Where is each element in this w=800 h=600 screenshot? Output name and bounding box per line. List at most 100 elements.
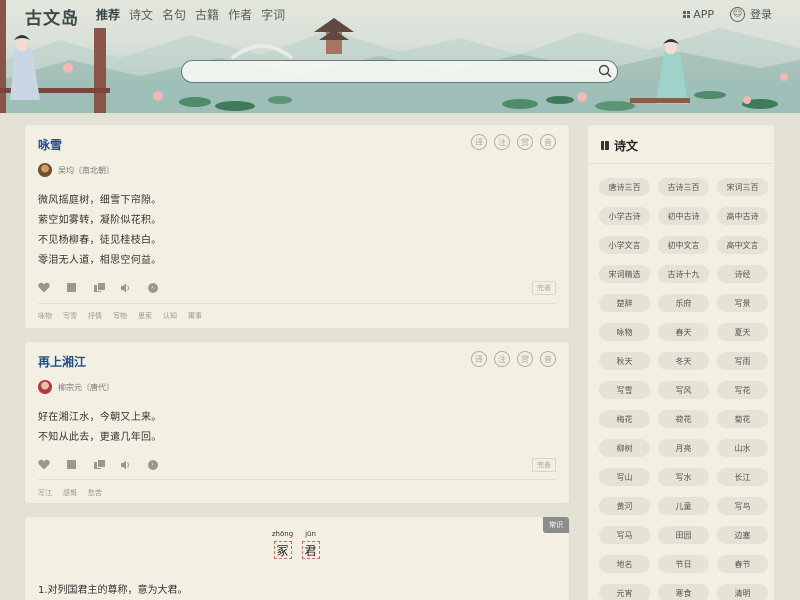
category-pill[interactable]: 写鸟: [717, 497, 768, 515]
nav-item-recommend[interactable]: 推荐: [96, 6, 120, 23]
category-pill[interactable]: 黄河: [599, 497, 650, 515]
category-pill[interactable]: 写山: [599, 468, 650, 486]
poem-tags: 写江 感慨 愁苦: [38, 488, 102, 498]
download-icon[interactable]: [66, 283, 77, 293]
nav-item-poems[interactable]: 诗文: [129, 6, 153, 23]
tag-link[interactable]: 愁苦: [88, 488, 102, 498]
category-pill[interactable]: 地名: [599, 555, 650, 573]
category-pill[interactable]: 高中古诗: [717, 207, 768, 225]
app-download-link[interactable]: APP: [683, 8, 714, 21]
category-pill[interactable]: 写景: [717, 294, 768, 312]
category-pill[interactable]: 寒食: [658, 584, 709, 600]
sidebar-title: 诗文: [614, 139, 639, 153]
pronounce-icon[interactable]: 音: [540, 134, 556, 150]
category-pill[interactable]: 田园: [658, 526, 709, 544]
category-pill[interactable]: 写雪: [599, 381, 650, 399]
favorite-heart-icon[interactable]: [38, 459, 50, 470]
more-icon[interactable]: ›: [147, 459, 158, 470]
tag-link[interactable]: 写江: [38, 488, 52, 498]
category-pill[interactable]: 写雨: [717, 352, 768, 370]
category-pill[interactable]: 高中文言: [717, 236, 768, 254]
tag-link[interactable]: 感慨: [63, 488, 77, 498]
poem-title[interactable]: 再上湘江: [38, 353, 86, 370]
nav-item-classics[interactable]: 古籍: [195, 6, 219, 23]
category-pill[interactable]: 宋词三百: [717, 178, 768, 196]
category-pill[interactable]: 柳树: [599, 439, 650, 457]
perfect-button[interactable]: 完善: [532, 281, 556, 295]
category-pill[interactable]: 秋天: [599, 352, 650, 370]
more-icon[interactable]: ›: [147, 282, 158, 293]
category-pill[interactable]: 春节: [717, 555, 768, 573]
category-pill[interactable]: 边塞: [717, 526, 768, 544]
hanzi-char: 君: [301, 541, 320, 559]
category-pill[interactable]: 小学文言: [599, 236, 650, 254]
app-grid-icon: [683, 10, 691, 18]
annotate-icon[interactable]: 注: [494, 351, 510, 367]
poem-actions: ›: [38, 282, 158, 293]
category-pill[interactable]: 清明: [717, 584, 768, 600]
site-logo[interactable]: 古文岛: [25, 4, 79, 29]
annotate-icon[interactable]: 注: [494, 134, 510, 150]
poem-title[interactable]: 咏雪: [38, 136, 62, 153]
translate-icon[interactable]: 译: [471, 134, 487, 150]
category-pill[interactable]: 楚辞: [599, 294, 650, 312]
category-pill[interactable]: 咏物: [599, 323, 650, 341]
tag-link[interactable]: 认知: [163, 311, 177, 321]
favorite-heart-icon[interactable]: [38, 282, 50, 293]
nav-item-quotes[interactable]: 名句: [162, 6, 186, 23]
pronounce-icon[interactable]: 音: [540, 351, 556, 367]
pinyin-char: zhōng 冢: [272, 530, 293, 559]
category-pill[interactable]: 元宵: [599, 584, 650, 600]
poem-author[interactable]: 柳宗元〔唐代〕: [38, 380, 114, 394]
category-pill[interactable]: 小学古诗: [599, 207, 650, 225]
search-input[interactable]: [194, 62, 594, 83]
category-pill[interactable]: 写花: [717, 381, 768, 399]
category-pill[interactable]: 写马: [599, 526, 650, 544]
audio-speaker-icon[interactable]: [120, 283, 131, 293]
audio-speaker-icon[interactable]: [120, 460, 131, 470]
category-pill[interactable]: 古诗十九: [658, 265, 709, 283]
translate-icon[interactable]: 译: [471, 351, 487, 367]
category-pill[interactable]: 冬天: [658, 352, 709, 370]
category-pill[interactable]: 初中文言: [658, 236, 709, 254]
category-pill[interactable]: 古诗三百: [658, 178, 709, 196]
category-pill[interactable]: 乐府: [658, 294, 709, 312]
category-pill[interactable]: 初中古诗: [658, 207, 709, 225]
tag-link[interactable]: 咏物: [38, 311, 52, 321]
tag-link[interactable]: 寓事: [188, 311, 202, 321]
nav-item-authors[interactable]: 作者: [228, 6, 252, 23]
nav-item-dictionary[interactable]: 字词: [261, 6, 285, 23]
category-pill[interactable]: 儿童: [658, 497, 709, 515]
search-icon[interactable]: [598, 64, 612, 78]
category-pill[interactable]: 写水: [658, 468, 709, 486]
tag-link[interactable]: 写雪: [63, 311, 77, 321]
appreciate-icon[interactable]: 赏: [517, 134, 533, 150]
pinyin-char: jūn 君: [300, 530, 321, 559]
search-bar: [181, 60, 618, 83]
category-pill[interactable]: 诗经: [717, 265, 768, 283]
appreciate-icon[interactable]: 赏: [517, 351, 533, 367]
category-pill[interactable]: 写风: [658, 381, 709, 399]
perfect-button[interactable]: 完善: [532, 458, 556, 472]
category-pill[interactable]: 山水: [717, 439, 768, 457]
category-pill[interactable]: 梅花: [599, 410, 650, 428]
copy-icon[interactable]: [93, 460, 105, 470]
tag-link[interactable]: 写物: [113, 311, 127, 321]
poem-author[interactable]: 吴均〔南北朝〕: [38, 163, 114, 177]
category-pill[interactable]: 节日: [658, 555, 709, 573]
category-pill[interactable]: 荷花: [658, 410, 709, 428]
tag-link[interactable]: 抒情: [88, 311, 102, 321]
copy-icon[interactable]: [93, 283, 105, 293]
login-button[interactable]: ☺ 登录: [730, 6, 772, 22]
category-pill[interactable]: 菊花: [717, 410, 768, 428]
category-pill[interactable]: 长江: [717, 468, 768, 486]
category-pill[interactable]: 春天: [658, 323, 709, 341]
category-pill[interactable]: 夏天: [717, 323, 768, 341]
download-icon[interactable]: [66, 460, 77, 470]
category-pill[interactable]: 唐诗三百: [599, 178, 650, 196]
login-label: 登录: [750, 8, 772, 21]
category-pill[interactable]: 宋词精选: [599, 265, 650, 283]
tag-link[interactable]: 思索: [138, 311, 152, 321]
poem-card: 再上湘江 译 注 赏 音 柳宗元〔唐代〕 好在湘江水，今朝又上来。 不知从此去，…: [25, 342, 569, 503]
category-pill[interactable]: 月亮: [658, 439, 709, 457]
